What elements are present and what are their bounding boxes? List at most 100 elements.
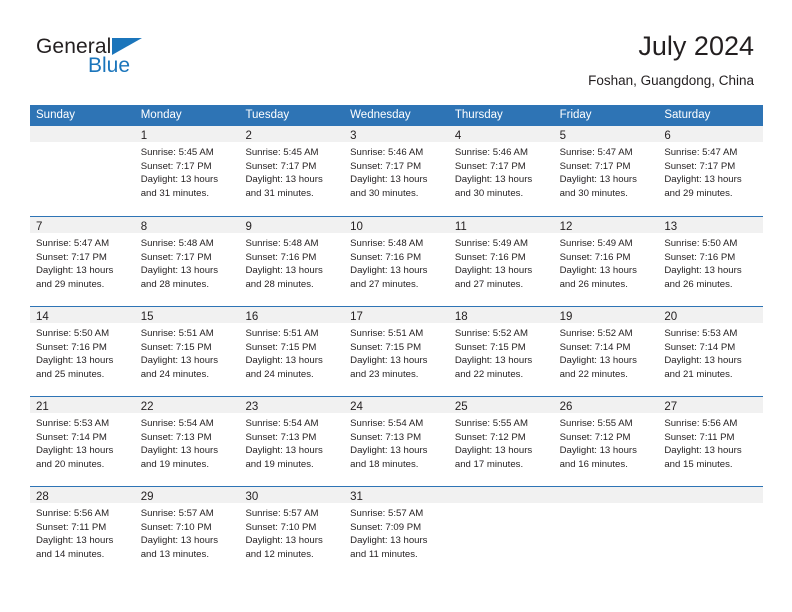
day-number: 25 [454,401,468,413]
day-detail: Sunrise: 5:52 AM Sunset: 7:15 PM Daylight:… [449,323,554,381]
day-cell-24[interactable]: 24 Sunrise: 5:54 AM Sunset: 7:13 PM Dayligh… [344,397,449,486]
logo-text-blue: Blue [88,54,131,77]
day-cell-23[interactable]: 23 Sunrise: 5:54 AM Sunset: 7:13 PM Dayligh… [239,397,345,486]
day-cell-31[interactable]: 31 Sunrise: 5:57 AM Sunset: 7:09 PM Dayligh… [344,487,449,576]
day-detail: Sunrise: 5:57 AM Sunset: 7:10 PM Daylight:… [135,503,240,561]
day-cell-18[interactable]: 18 Sunrise: 5:52 AM Sunset: 7:15 PM Dayligh… [448,307,554,396]
daylight-text-line1: Daylight: 13 hours [664,355,742,367]
day-cell-11[interactable]: 11 Sunrise: 5:49 AM Sunset: 7:16 PM Dayligh… [448,217,554,306]
day-cell-1[interactable]: 1 Sunrise: 5:45 AM Sunset: 7:17 PM Daylight… [134,126,240,216]
day-cell-10[interactable]: 10 Sunrise: 5:48 AM Sunset: 7:16 PM Dayligh… [344,217,449,306]
day-cell-22[interactable]: 22 Sunrise: 5:54 AM Sunset: 7:13 PM Dayligh… [134,397,240,486]
day-cell-6[interactable]: 6 Sunrise: 5:47 AM Sunset: 7:17 PM Daylight… [658,126,764,216]
day-number: 5 [559,130,566,142]
daylight-text-line1: Daylight: 13 hours [664,174,742,186]
daylight-text-line2: and 26 minutes. [559,278,628,290]
weekday-header-tuesday: Tuesday [245,109,290,121]
day-cell-21[interactable]: 21 Sunrise: 5:53 AM Sunset: 7:14 PM Dayligh… [30,397,135,486]
day-number-band: 14 [30,307,135,323]
sunrise-text: Sunrise: 5:54 AM [350,418,424,429]
sunset-text: Sunset: 7:16 PM [350,251,422,263]
day-cell-8[interactable]: 8 Sunrise: 5:48 AM Sunset: 7:17 PM Daylight… [134,217,240,306]
day-detail: Sunrise: 5:45 AM Sunset: 7:17 PM Daylight:… [135,142,240,200]
day-number: 3 [350,130,357,142]
sunrise-text: Sunrise: 5:57 AM [245,508,319,519]
daylight-text-line2: and 28 minutes. [245,278,314,290]
day-number: 27 [664,401,678,413]
day-cell-15[interactable]: 15 Sunrise: 5:51 AM Sunset: 7:15 PM Dayligh… [134,307,240,396]
day-cell-5[interactable]: 5 Sunrise: 5:47 AM Sunset: 7:17 PM Daylight… [553,126,659,216]
sunrise-text: Sunrise: 5:51 AM [140,328,214,339]
day-detail: Sunrise: 5:56 AM Sunset: 7:11 PM Daylight:… [658,413,763,471]
sunset-text: Sunset: 7:17 PM [350,160,422,172]
day-detail: Sunrise: 5:54 AM Sunset: 7:13 PM Daylight:… [135,413,240,471]
day-cell-13[interactable]: 13 Sunrise: 5:50 AM Sunset: 7:16 PM Dayligh… [658,217,764,306]
sunset-text: Sunset: 7:17 PM [454,160,526,172]
day-cell-16[interactable]: 16 Sunrise: 5:51 AM Sunset: 7:15 PM Dayligh… [239,307,345,396]
day-detail: Sunrise: 5:46 AM Sunset: 7:17 PM Daylight:… [344,142,449,200]
calendar-page: General Blue July 2024 Foshan, Guangdong… [0,0,792,612]
sunset-text: Sunset: 7:14 PM [559,341,631,353]
day-cell-30[interactable]: 30 Sunrise: 5:57 AM Sunset: 7:10 PM Dayligh… [239,487,345,576]
day-cell-29[interactable]: 29 Sunrise: 5:57 AM Sunset: 7:10 PM Dayligh… [134,487,240,576]
day-cell-2[interactable]: 2 Sunrise: 5:45 AM Sunset: 7:17 PM Daylight… [239,126,345,216]
sunrise-text: Sunrise: 5:48 AM [350,238,424,249]
weekday-header-thursday: Thursday [454,109,503,121]
sunset-text: Sunset: 7:13 PM [350,431,422,443]
day-cell-17[interactable]: 17 Sunrise: 5:51 AM Sunset: 7:15 PM Dayligh… [344,307,449,396]
day-number: 9 [245,221,252,233]
sunset-text: Sunset: 7:13 PM [245,431,317,443]
daylight-text-line2: and 12 minutes. [245,548,314,560]
day-number: 28 [36,491,49,503]
day-cell-7[interactable]: 7 Sunrise: 5:47 AM Sunset: 7:17 PM Daylight… [30,217,135,306]
sunset-text: Sunset: 7:15 PM [350,341,422,353]
day-number: 31 [350,491,363,503]
day-cell-12[interactable]: 12 Sunrise: 5:49 AM Sunset: 7:16 PM Dayligh… [553,217,659,306]
day-number: 22 [140,401,154,413]
daylight-text-line1: Daylight: 13 hours [664,445,742,457]
daylight-text-line1: Daylight: 13 hours [350,535,428,547]
day-cell-3[interactable]: 3 Sunrise: 5:46 AM Sunset: 7:17 PM Daylight… [344,126,449,216]
sunrise-text: Sunrise: 5:49 AM [559,238,633,249]
weekday-header-friday: Friday [559,109,592,121]
day-number: 17 [350,311,363,323]
day-cell-19[interactable]: 19 Sunrise: 5:52 AM Sunset: 7:14 PM Dayligh… [553,307,659,396]
sunrise-text: Sunrise: 5:54 AM [140,418,214,429]
day-number: 8 [140,221,148,233]
daylight-text-line1: Daylight: 13 hours [559,445,637,457]
sunrise-text: Sunrise: 5:46 AM [350,147,424,158]
day-cell-14[interactable]: 14 Sunrise: 5:50 AM Sunset: 7:16 PM Dayligh… [30,307,135,396]
general-blue-logo[interactable]: General Blue [36,36,186,84]
day-detail: Sunrise: 5:47 AM Sunset: 7:17 PM Daylight:… [554,142,659,200]
day-cell-26[interactable]: 26 Sunrise: 5:55 AM Sunset: 7:12 PM Dayligh… [553,397,659,486]
daylight-text-line2: and 31 minutes. [245,187,314,199]
sunset-text: Sunset: 7:17 PM [559,160,631,172]
day-number: 19 [559,311,573,323]
daylight-text-line2: and 29 minutes. [664,187,733,199]
day-number: 7 [36,221,43,233]
daylight-text-line1: Daylight: 13 hours [36,445,114,457]
daylight-text-line2: and 11 minutes. [350,548,418,560]
day-number: 14 [36,311,49,323]
sunset-text: Sunset: 7:17 PM [664,160,736,172]
day-cell-25[interactable]: 25 Sunrise: 5:55 AM Sunset: 7:12 PM Dayligh… [448,397,554,486]
day-number-band: 10 [344,217,449,233]
weekday-header-row: Sunday Monday Tuesday Wednesday Thursday Frid… [30,105,763,126]
daylight-text-line2: and 16 minutes. [559,458,628,470]
flag-icon [112,38,142,55]
day-detail: Sunrise: 5:47 AM Sunset: 7:17 PM Daylight:… [658,142,763,200]
day-cell-28[interactable]: 28 Sunrise: 5:56 AM Sunset: 7:11 PM Dayligh… [30,487,135,576]
daylight-text-line1: Daylight: 13 hours [245,445,323,457]
day-number-band: 13 [658,217,764,233]
daylight-text-line1: Daylight: 13 hours [140,445,219,457]
daylight-text-line1: Daylight: 13 hours [454,265,533,277]
page-header: General Blue July 2024 Foshan, Guangdong… [0,0,792,104]
day-cell-9[interactable]: 9 Sunrise: 5:48 AM Sunset: 7:16 PM Daylight… [239,217,345,306]
day-cell-4[interactable]: 4 Sunrise: 5:46 AM Sunset: 7:17 PM Daylight… [448,126,554,216]
day-cell-20[interactable]: 20 Sunrise: 5:53 AM Sunset: 7:14 PM Dayligh… [658,307,764,396]
daylight-text-line1: Daylight: 13 hours [245,355,323,367]
daylight-text-line1: Daylight: 13 hours [245,535,323,547]
day-cell-27[interactable]: 27 Sunrise: 5:56 AM Sunset: 7:11 PM Dayligh… [658,397,764,486]
daylight-text-line1: Daylight: 13 hours [350,445,428,457]
daylight-text-line1: Daylight: 13 hours [140,355,219,367]
